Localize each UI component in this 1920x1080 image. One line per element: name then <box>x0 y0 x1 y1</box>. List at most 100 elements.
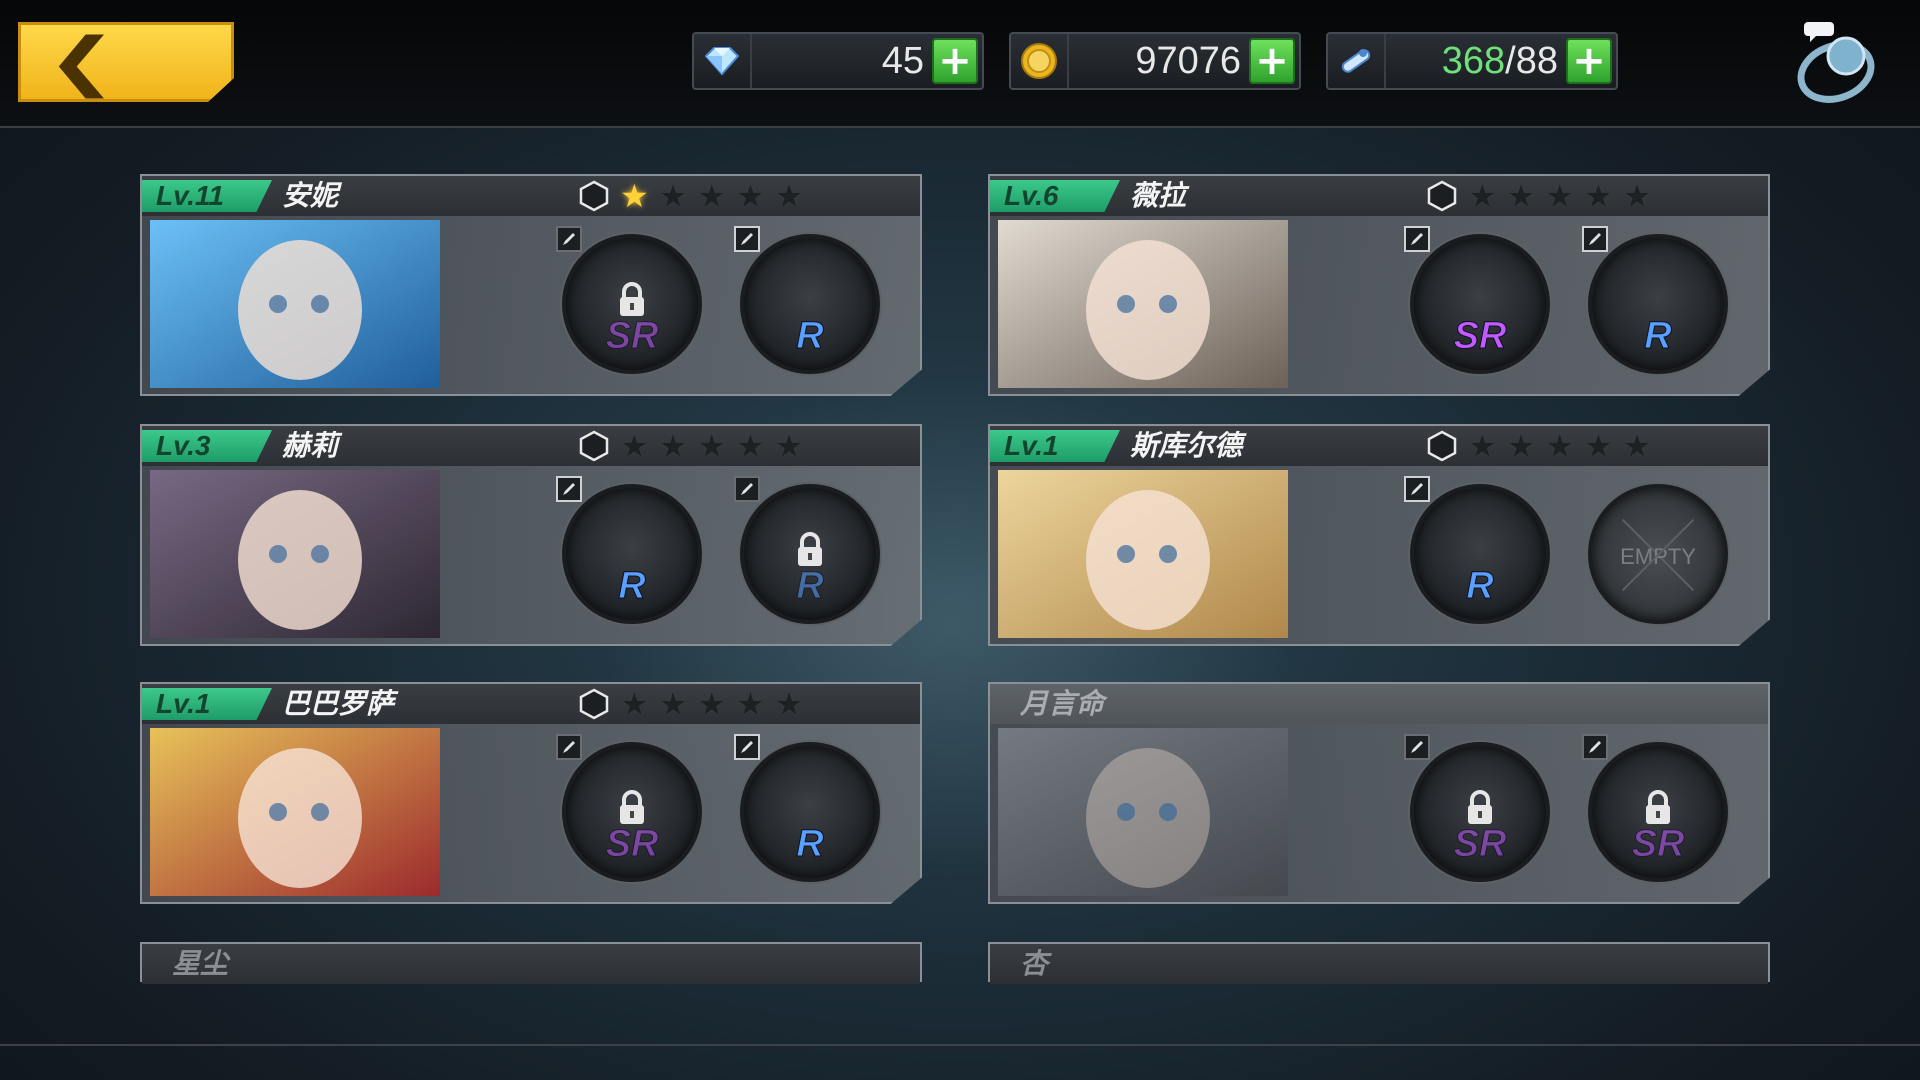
character-card[interactable]: Lv.1 巴巴罗萨 ★ ★ ★ ★ ★ SR R <box>140 682 922 904</box>
back-button[interactable]: ❮ <box>18 22 234 102</box>
card-header: Lv.1 巴巴罗萨 ★ ★ ★ ★ ★ <box>142 684 920 724</box>
equipment-slot[interactable]: R <box>556 476 702 624</box>
stamina-counter: 368/88 + <box>1326 32 1618 90</box>
star-rating: ★ ★ ★ ★ ★ <box>578 179 803 213</box>
edit-icon[interactable] <box>556 226 582 252</box>
edit-icon[interactable] <box>1582 226 1608 252</box>
edit-icon[interactable] <box>1404 476 1430 502</box>
character-card[interactable]: Lv.11 安妮 ★ ★ ★ ★ ★ SR R <box>140 174 922 396</box>
edit-icon[interactable] <box>734 226 760 252</box>
star-icon: ★ <box>1584 427 1613 465</box>
star-rating: ★ ★ ★ ★ ★ <box>1426 429 1651 463</box>
hexagon-icon <box>578 429 610 463</box>
hexagon-icon <box>578 179 610 213</box>
equipment-slot[interactable]: R <box>734 226 880 374</box>
star-rating: ★ ★ ★ ★ ★ <box>578 429 803 463</box>
character-name: 月言命 <box>1020 687 1105 720</box>
character-card[interactable]: 月言命 SR SR <box>988 682 1770 904</box>
rarity-label: R <box>796 823 824 866</box>
level-tag: Lv.1 <box>990 430 1120 462</box>
equipment-slot[interactable]: SR <box>556 226 702 374</box>
back-arrow-icon: ❮ <box>46 25 117 99</box>
card-header: 杏 <box>990 944 1768 984</box>
equipment-slot[interactable]: R <box>734 734 880 882</box>
character-portrait <box>998 470 1288 638</box>
edit-icon[interactable] <box>556 476 582 502</box>
gold-amount: 97076 <box>1135 39 1241 82</box>
rarity-label: R <box>1466 565 1494 608</box>
diamond-counter: 45 + <box>692 32 984 90</box>
gold-counter: 97076 + <box>1009 32 1301 90</box>
star-icon: ★ <box>774 427 804 465</box>
settings-orb-button[interactable] <box>1788 14 1888 114</box>
star-icon: ★ <box>1506 427 1536 465</box>
character-portrait <box>150 728 440 896</box>
card-header: Lv.1 斯库尔德 ★ ★ ★ ★ ★ <box>990 426 1768 466</box>
character-card[interactable]: Lv.3 赫莉 ★ ★ ★ ★ ★ R R <box>140 424 922 646</box>
lock-icon <box>798 532 822 566</box>
star-icon: ★ <box>774 685 804 723</box>
star-icon: ★ <box>1545 427 1575 465</box>
star-icon: ★ <box>736 427 765 465</box>
equipment-slot[interactable]: R <box>1404 476 1550 624</box>
star-icon: ★ <box>1622 177 1652 215</box>
card-header: 月言命 <box>990 684 1768 724</box>
character-portrait <box>150 470 440 638</box>
star-icon: ★ <box>620 177 649 215</box>
equipment-slot[interactable]: SR <box>1582 734 1728 882</box>
edit-icon[interactable] <box>1582 734 1608 760</box>
add-diamond-button[interactable]: + <box>932 38 978 84</box>
star-icon: ★ <box>1622 427 1652 465</box>
character-name: 巴巴罗萨 <box>282 687 395 720</box>
star-icon: ★ <box>658 685 688 723</box>
star-icon: ★ <box>774 177 804 215</box>
lock-icon <box>620 790 644 824</box>
rarity-label: SR <box>1631 823 1685 866</box>
character-name: 赫莉 <box>282 429 339 462</box>
edit-icon[interactable] <box>734 476 760 502</box>
character-name: 杏 <box>1020 947 1049 980</box>
rarity-label: SR <box>605 315 659 358</box>
lock-icon <box>1646 790 1670 824</box>
level-tag: Lv.11 <box>142 180 272 212</box>
level-tag: Lv.3 <box>142 430 272 462</box>
character-name: 星尘 <box>172 947 229 980</box>
star-icon: ★ <box>736 177 765 215</box>
equipment-slot[interactable]: EMPTY <box>1588 484 1728 624</box>
character-card[interactable]: Lv.1 斯库尔德 ★ ★ ★ ★ ★ R EMPTY <box>988 424 1770 646</box>
character-name: 安妮 <box>282 179 339 212</box>
rarity-label: SR <box>1453 315 1507 358</box>
bottom-divider <box>0 1044 1920 1046</box>
hexagon-icon <box>578 687 610 721</box>
level-tag: Lv.1 <box>142 688 272 720</box>
equipment-slot[interactable]: SR <box>556 734 702 882</box>
edit-icon[interactable] <box>1404 226 1430 252</box>
rarity-label: SR <box>1453 823 1507 866</box>
character-card[interactable]: Lv.6 薇拉 ★ ★ ★ ★ ★ SR R <box>988 174 1770 396</box>
edit-icon[interactable] <box>556 734 582 760</box>
card-header: 星尘 <box>142 944 920 984</box>
edit-icon[interactable] <box>1404 734 1430 760</box>
star-icon: ★ <box>697 177 727 215</box>
equipment-slot[interactable]: R <box>734 476 880 624</box>
character-portrait <box>998 220 1288 388</box>
empty-label: EMPTY <box>1620 544 1696 569</box>
add-gold-button[interactable]: + <box>1249 38 1295 84</box>
lock-icon <box>620 282 644 316</box>
lock-icon <box>1468 790 1492 824</box>
diamond-amount: 45 <box>881 39 924 82</box>
character-portrait <box>998 728 1288 896</box>
rarity-label: R <box>796 315 824 358</box>
star-icon: ★ <box>697 427 727 465</box>
edit-icon[interactable] <box>734 734 760 760</box>
character-card-partial[interactable]: 星尘 <box>140 942 922 984</box>
character-name: 斯库尔德 <box>1130 429 1243 462</box>
add-stamina-button[interactable]: + <box>1566 38 1612 84</box>
star-icon: ★ <box>620 427 649 465</box>
star-icon: ★ <box>1468 177 1497 215</box>
equipment-slot[interactable]: SR <box>1404 226 1550 374</box>
equipment-slot[interactable]: R <box>1582 226 1728 374</box>
star-icon: ★ <box>1545 177 1575 215</box>
character-card-partial[interactable]: 杏 <box>988 942 1770 984</box>
equipment-slot[interactable]: SR <box>1404 734 1550 882</box>
